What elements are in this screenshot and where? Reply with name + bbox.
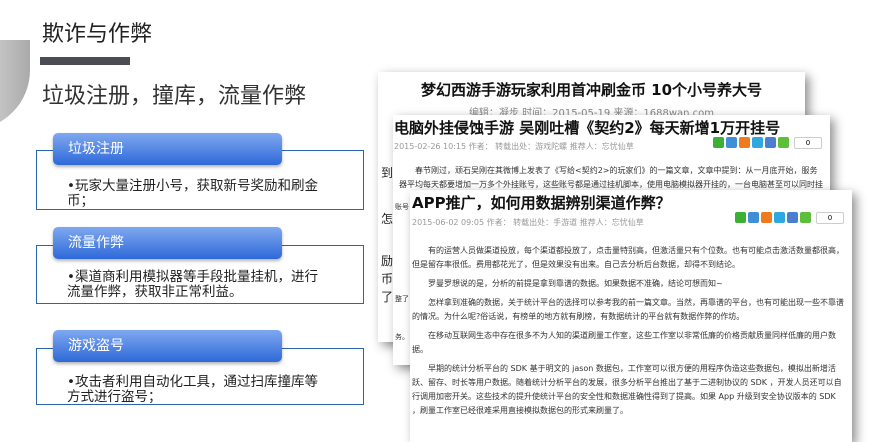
plus-icon[interactable] xyxy=(800,212,811,223)
share-buttons[interactable]: 0 xyxy=(713,137,822,149)
section-text: •渠道商利用模拟器等手段批量挂机，进行流量作弊，获取非正常利益。 xyxy=(67,269,318,300)
favorite-icon[interactable] xyxy=(748,212,759,223)
weibo-icon[interactable] xyxy=(739,137,750,148)
article-paragraph: 怎样拿到准确的数据，关于统计平台的选择可以参考我的前一篇文章。当然，再靠谱的平台… xyxy=(412,298,844,321)
qzone-icon[interactable] xyxy=(752,137,763,148)
qzone-icon[interactable] xyxy=(774,212,785,223)
article-headline: APP推广，如何用数据辨别渠道作弊？ xyxy=(412,194,671,212)
decorative-curve xyxy=(0,40,30,130)
text-fragment: 整了 xyxy=(395,295,409,303)
slide-subtitle: 垃圾注册，撞库，流量作弊 xyxy=(42,84,307,109)
text-fragment: 务。 xyxy=(395,333,409,341)
share-buttons[interactable]: 0 xyxy=(735,212,844,224)
section-header: 游戏盗号 xyxy=(53,330,282,362)
article-paragraph: 早期的统计分析平台的 SDK 基于明文的 jason 数据包，工作室可以很方便的… xyxy=(412,364,842,415)
section-header: 垃圾注册 xyxy=(53,133,282,165)
text-fragment: 到 xyxy=(381,166,394,180)
article-paragraph: 罗曼罗想说的是，分析的前提是拿到靠谱的数据。如果数据不准确，结论可想而知~ xyxy=(428,279,723,288)
article-paragraph: 有的运营人员做渠道投放，每个渠道都投放了，点击量特别高，但激活量只有个位数。也有… xyxy=(412,246,844,269)
plus-icon[interactable] xyxy=(778,137,789,148)
wechat-icon[interactable] xyxy=(713,137,724,148)
article-screenshot-3: APP推广，如何用数据辨别渠道作弊？ 2015-06-02 09:05 作者： … xyxy=(410,190,852,442)
article-headline: 电脑外挂侵蚀手游 吴刚吐槽《契约2》每天新增1万开挂号 xyxy=(394,119,781,137)
text-fragment: 怎 xyxy=(381,212,394,226)
text-fragment: 了 xyxy=(381,290,394,304)
section-header: 流量作弊 xyxy=(53,227,282,259)
renren-icon[interactable] xyxy=(765,137,776,148)
share-count: 0 xyxy=(794,137,822,149)
renren-icon[interactable] xyxy=(787,212,798,223)
article-paragraph: 春节刚过，顽石吴刚在其微博上发表了《写给<契约2>的玩家们》的一篇文章，文章中提… xyxy=(399,166,823,189)
share-count: 0 xyxy=(816,212,844,224)
favorite-icon[interactable] xyxy=(726,137,737,148)
section-text: •攻击者利用自动化工具，通过扫库撞库等方式进行盗号； xyxy=(67,374,318,405)
slide-title: 欺诈与作弊 xyxy=(42,22,153,47)
weibo-icon[interactable] xyxy=(761,212,772,223)
text-fragment: 账号 xyxy=(395,203,409,211)
article-paragraph: 在移动互联网生态中存在很多不为人知的渠道刷量工作室，这些工作室以非常低廉的价格贡… xyxy=(412,331,836,354)
article-headline: 梦幻西游手游玩家利用首冲刷金币 10个小号养大号 xyxy=(420,81,763,99)
wechat-icon[interactable] xyxy=(735,212,746,223)
title-bar xyxy=(40,57,130,65)
section-text: •玩家大量注册小号，获取新号奖励和刷金币； xyxy=(67,178,318,209)
